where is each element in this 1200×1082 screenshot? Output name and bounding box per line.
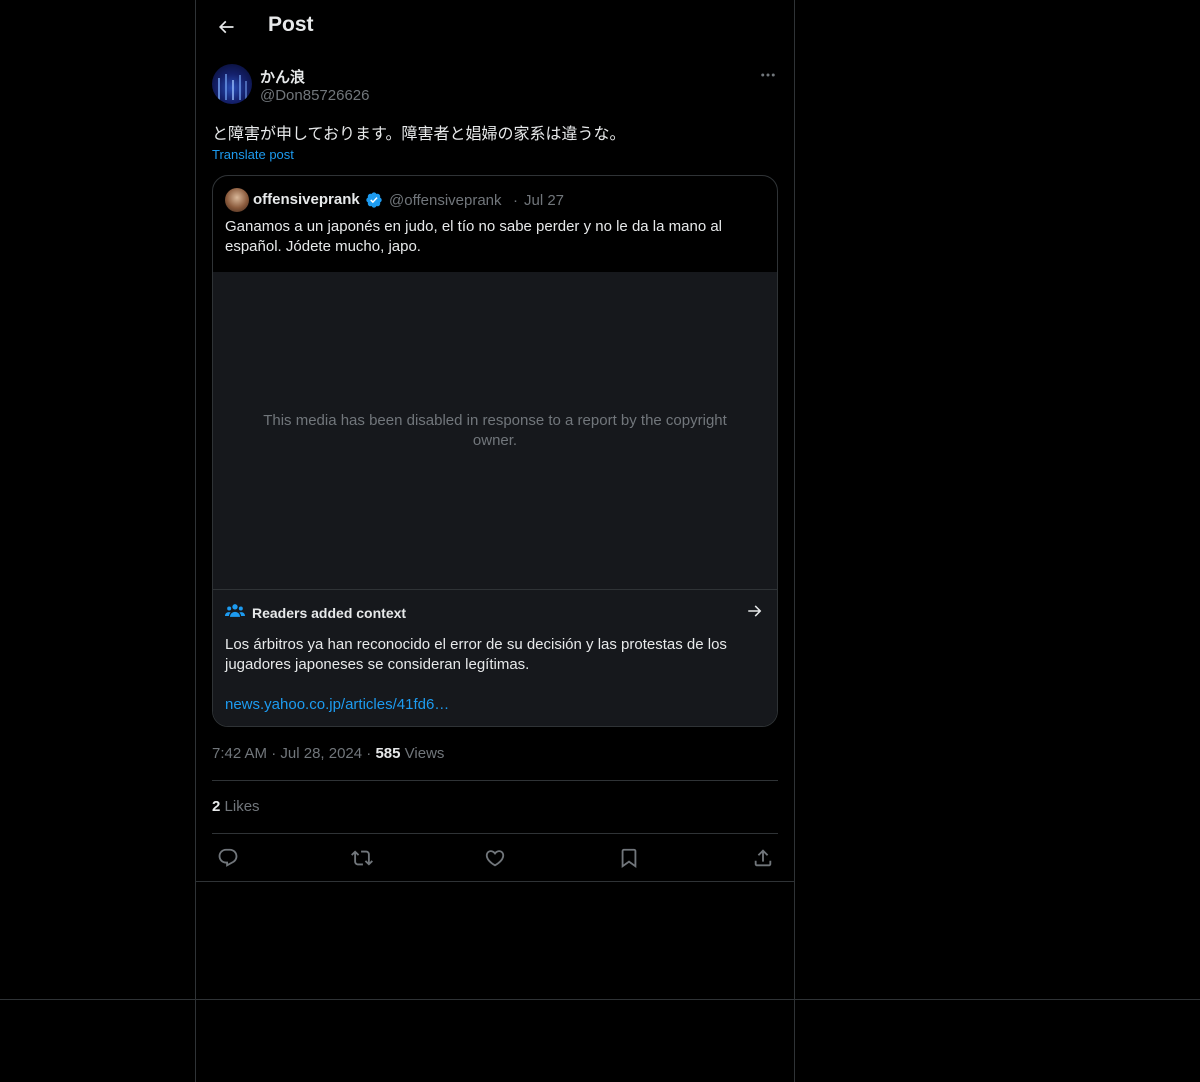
views-count: 585 xyxy=(375,745,401,762)
post-text: と障害が申しております。障害者と娼婦の家系は違うな。 xyxy=(212,126,626,143)
author-display-name[interactable]: かん浪 xyxy=(260,66,305,87)
post-time[interactable]: 7:42 AM xyxy=(212,745,267,762)
quoted-avatar xyxy=(225,188,249,212)
more-options-button[interactable] xyxy=(752,64,784,86)
reply-icon xyxy=(218,848,238,867)
repost-button[interactable] xyxy=(347,843,377,873)
main-column: Post かん浪 @Don85726626 と障害が申しております。障害者と娼婦… xyxy=(195,0,795,1082)
quoted-date: Jul 27 xyxy=(524,192,565,209)
community-notes-card[interactable]: Readers added context Los árbitros ya ha… xyxy=(213,589,777,726)
bookmark-icon xyxy=(621,848,637,869)
verified-badge-icon xyxy=(366,192,382,208)
context-title: Readers added context xyxy=(252,605,407,621)
bottom-divider xyxy=(0,999,1200,1000)
post-bottom-border xyxy=(196,881,794,882)
meta-separator: · xyxy=(271,745,277,762)
repost-icon xyxy=(351,850,373,866)
author-handle[interactable]: @Don85726626 xyxy=(260,87,369,104)
quoted-post[interactable]: offensiveprank @offensiveprank · Jul 27 … xyxy=(212,175,778,727)
arrow-right-icon[interactable] xyxy=(746,602,764,620)
context-source-link[interactable]: news.yahoo.co.jp/articles/41fd6… xyxy=(225,696,449,713)
likes-stat[interactable]: 2 Likes xyxy=(212,798,260,815)
likes-label: Likes xyxy=(224,798,260,815)
translate-post-link[interactable]: Translate post xyxy=(212,147,294,162)
page-title: Post xyxy=(268,13,314,36)
quoted-handle: @offensiveprank xyxy=(389,192,502,209)
like-button[interactable] xyxy=(480,843,510,873)
views-label: Views xyxy=(404,745,445,762)
meta-separator: · xyxy=(366,745,372,762)
disabled-media: This media has been disabled in response… xyxy=(213,272,777,589)
post-header: Post xyxy=(196,0,794,54)
post-metadata: 7:42 AM · Jul 28, 2024 · 585 Views xyxy=(212,745,444,762)
quoted-text: Ganamos a un japonés en judo, el tío no … xyxy=(225,218,722,255)
likes-count: 2 xyxy=(212,798,221,815)
avatar-image xyxy=(218,74,247,100)
divider xyxy=(212,833,778,834)
reply-button[interactable] xyxy=(213,843,243,873)
back-button[interactable] xyxy=(208,9,244,45)
more-horizontal-icon xyxy=(761,73,775,77)
media-disabled-message: This media has been disabled in response… xyxy=(263,411,727,449)
avatar[interactable] xyxy=(212,64,252,104)
quoted-separator: · xyxy=(513,192,518,209)
post-date[interactable]: Jul 28, 2024 xyxy=(280,745,362,762)
bookmark-button[interactable] xyxy=(614,843,644,873)
quoted-display-name: offensiveprank xyxy=(253,191,360,208)
context-text: Los árbitros ya han reconocido el error … xyxy=(225,636,727,673)
heart-icon xyxy=(485,850,505,867)
share-icon xyxy=(754,849,772,867)
people-icon xyxy=(225,604,245,617)
arrow-left-icon xyxy=(218,20,234,34)
share-button[interactable] xyxy=(748,843,778,873)
divider xyxy=(212,780,778,781)
